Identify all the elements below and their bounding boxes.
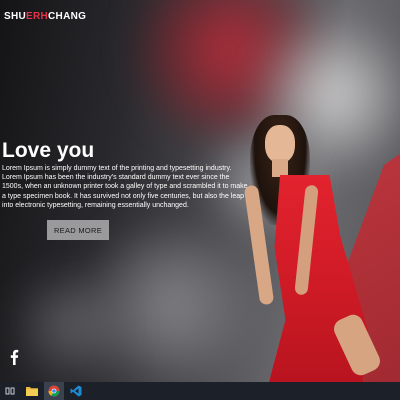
vscode-icon[interactable] — [66, 382, 86, 400]
file-explorer-icon[interactable] — [22, 382, 42, 400]
hero-description: Lorem Ipsum is simply dummy text of the … — [2, 165, 248, 209]
figure-face — [265, 125, 295, 163]
brand-text-part1: SHU — [4, 11, 27, 22]
folder-glyph — [26, 387, 38, 396]
chrome-glyph — [48, 385, 60, 397]
task-view-icon[interactable] — [0, 382, 20, 400]
facebook-icon-glyph — [10, 349, 19, 365]
figure-neck — [272, 159, 288, 177]
brand-logo[interactable]: SHUERHCHANG — [4, 11, 86, 22]
brand-text-part2: CHANG — [48, 11, 87, 22]
hero-title: Love you — [2, 139, 95, 162]
grey-smoke-left — [0, 270, 140, 380]
chrome-icon[interactable] — [44, 382, 64, 400]
brand-text-accent: ERH — [26, 11, 49, 22]
hero-image-woman — [230, 115, 390, 382]
facebook-icon[interactable] — [8, 349, 20, 365]
task-view-glyph — [5, 387, 15, 395]
page-background: SHUERHCHANG Love you Lorem Ipsum is simp… — [0, 0, 400, 382]
windows-taskbar — [0, 382, 400, 400]
read-more-button[interactable]: READ MORE — [47, 220, 109, 240]
vscode-glyph — [70, 385, 82, 397]
